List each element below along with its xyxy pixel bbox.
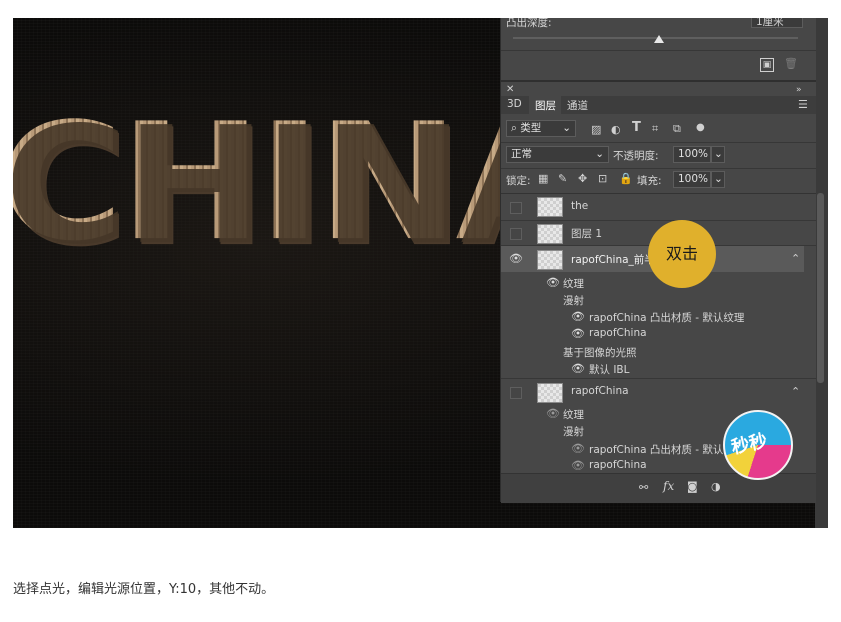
logo-text: 秒秒 — [729, 430, 770, 459]
chevron-down-icon: ⌄ — [595, 148, 604, 160]
tab-bar: 3D 图层 通道 ☰ — [501, 96, 816, 114]
adjustment-layer-icon[interactable]: ◑ — [711, 481, 721, 493]
diffuse-label: 漫射 — [563, 426, 584, 438]
double-click-callout: 双击 — [648, 220, 716, 288]
lock-all-icon[interactable]: 🔒 — [619, 173, 633, 185]
divider — [501, 168, 816, 169]
adjustment-filter-icon[interactable]: ◐ — [611, 124, 621, 136]
sublayer-label: rapofChina — [589, 459, 647, 471]
lock-brush-icon[interactable]: ✎ — [558, 173, 567, 185]
watermark-logo: 秒秒 — [723, 410, 793, 480]
layer-thumbnail — [537, 197, 563, 217]
fill-label: 填充: — [637, 175, 662, 187]
chevron-up-icon[interactable]: ⌃ — [791, 253, 800, 265]
eye-icon[interactable]: 👁 — [546, 407, 560, 420]
visibility-box[interactable] — [510, 228, 522, 240]
smart-object-filter-icon[interactable]: ⧉ — [673, 123, 681, 135]
divider — [501, 80, 816, 82]
tab-layers[interactable]: 图层 — [535, 98, 556, 113]
layer-name: 图层 1 — [571, 228, 603, 240]
ibl-label: 基于图像的光照 — [563, 347, 637, 359]
eye-icon[interactable]: 👁 — [571, 310, 585, 323]
eye-icon[interactable]: 👁 — [571, 327, 585, 340]
tab-3d[interactable]: 3D — [507, 98, 522, 110]
eye-icon[interactable]: 👁 — [546, 276, 560, 289]
caption-text: 选择点光，编辑光源位置，Y:10，其他不动。 — [13, 582, 275, 597]
layer-row[interactable]: the — [501, 194, 804, 220]
search-icon: ⌕ — [511, 122, 517, 134]
trash-icon[interactable]: 🗑 — [784, 58, 798, 70]
link-icon[interactable]: ⚯ — [639, 482, 648, 494]
collapse-icon[interactable]: » — [796, 84, 802, 96]
lock-label: 锁定: — [506, 175, 531, 187]
fx-icon[interactable]: fx — [663, 480, 674, 492]
fill-chevron-icon[interactable]: ⌄ — [711, 171, 725, 188]
chevron-down-icon: ⌄ — [562, 122, 571, 134]
blend-mode-select[interactable]: 正常 ⌄ — [506, 146, 609, 163]
image-filter-icon[interactable]: ▨ — [591, 124, 601, 136]
layer-thumbnail — [537, 383, 563, 403]
extrude-depth-label: 凸出深度: — [506, 18, 552, 29]
tab-channels[interactable]: 通道 — [567, 98, 588, 113]
fill-field[interactable]: 100% — [673, 171, 711, 188]
diffuse-label: 漫射 — [563, 295, 584, 307]
filter-toggle-icon[interactable]: ● — [696, 122, 705, 134]
sublayer-label: rapofChina — [589, 327, 647, 339]
blend-mode-value: 正常 — [511, 148, 532, 160]
lock-artboard-icon[interactable]: ⊡ — [598, 173, 607, 185]
default-ibl-label: 默认 IBL — [589, 364, 630, 376]
shape-filter-icon[interactable]: ⌗ — [652, 123, 658, 135]
texture-label: 纹理 — [563, 409, 584, 421]
visibility-box[interactable] — [510, 387, 522, 399]
close-panel-icon[interactable]: ✕ — [506, 84, 514, 96]
extrude-depth-field[interactable]: 1厘米 — [751, 18, 803, 28]
eye-icon[interactable]: 👁 — [571, 362, 585, 375]
layer-row[interactable]: rapofChina ⌃ — [501, 379, 804, 405]
layer-name: the — [571, 200, 589, 212]
eye-icon[interactable]: 👁 — [509, 252, 523, 265]
type-filter-icon[interactable]: T — [632, 121, 641, 134]
eye-icon[interactable]: 👁 — [571, 442, 585, 455]
lock-position-icon[interactable]: ✥ — [578, 173, 587, 185]
layer-thumbnail — [537, 250, 563, 270]
material-label: rapofChina 凸出材质 - 默认纹理 — [589, 312, 745, 324]
opacity-chevron-icon[interactable]: ⌄ — [711, 146, 725, 163]
layer-name: rapofChina — [571, 385, 629, 397]
lock-transparency-icon[interactable]: ▦ — [538, 173, 548, 185]
divider — [501, 50, 816, 51]
texture-label: 纹理 — [563, 278, 584, 290]
mask-icon[interactable]: ◙ — [687, 481, 698, 493]
material-label: rapofChina 凸出材质 - 默认纹理 — [589, 444, 745, 456]
divider — [501, 142, 816, 143]
opacity-label: 不透明度: — [613, 150, 659, 162]
layer-thumbnail — [537, 224, 563, 244]
extruded-3d-text: CHINA — [13, 102, 587, 264]
layer-name: rapofChina_前半 — [571, 254, 655, 266]
layers-scrollbar[interactable] — [817, 193, 824, 383]
eye-icon[interactable]: 👁 — [571, 459, 585, 472]
filter-kind-select[interactable]: ⌕ 类型 ⌄ — [506, 120, 576, 137]
visibility-box[interactable] — [510, 202, 522, 214]
depth-slider-thumb[interactable] — [654, 35, 664, 43]
opacity-field[interactable]: 100% — [673, 146, 711, 163]
render-icon[interactable]: ▣ — [760, 58, 774, 72]
chevron-up-icon[interactable]: ⌃ — [791, 386, 800, 398]
filter-kind-label: 类型 — [520, 122, 542, 134]
panel-menu-icon[interactable]: ☰ — [798, 99, 808, 111]
